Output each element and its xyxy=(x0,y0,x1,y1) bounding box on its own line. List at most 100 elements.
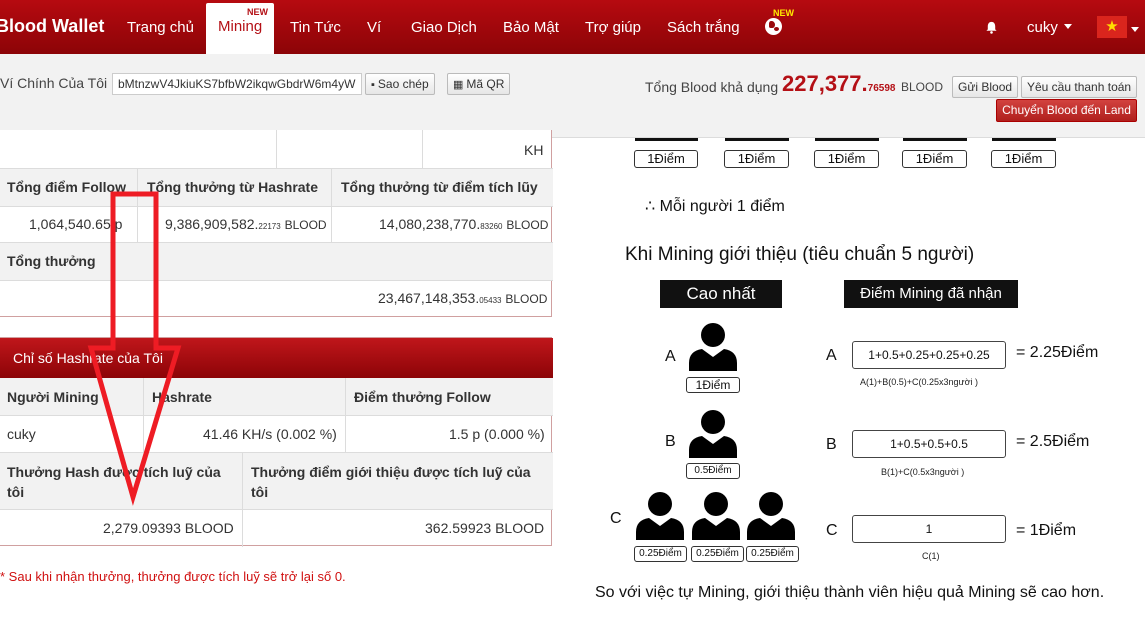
col-points-label: Điểm Mining đã nhận xyxy=(844,280,1018,308)
clipboard-icon: ▪ xyxy=(371,79,375,91)
formula-a-letter: A xyxy=(826,347,837,364)
person-c3-icon xyxy=(747,492,795,540)
person-c-letter: C xyxy=(610,510,622,527)
nav-transactions[interactable]: Giao Dịch xyxy=(411,0,477,54)
accum-reward-unit: BLOOD xyxy=(506,218,549,232)
person-a-point: 1Điểm xyxy=(686,377,740,393)
accum-referral-value: 362.59923 BLOOD xyxy=(425,520,545,536)
header-accum-reward: Tổng thưởng từ điểm tích lũy xyxy=(341,179,538,195)
formula-b-box: 1+0.5+0.5+0.5 xyxy=(852,430,1006,458)
diagram-title: Khi Mining giới thiệu (tiêu chuẩn 5 ngườ… xyxy=(625,244,975,265)
person-b-icon xyxy=(689,410,737,458)
accum-reward-value: 14,080,238,770.83260 BLOOD xyxy=(379,216,548,232)
accum-reward-decimal: 83260 xyxy=(480,222,503,231)
header-total-reward: Tổng thưởng xyxy=(7,253,96,269)
summary-table: KH Tổng điểm Follow Tổng thưởng từ Hashr… xyxy=(0,130,553,317)
nav-news[interactable]: Tin Tức xyxy=(290,0,341,54)
formula-a-result: = 2.25Điểm xyxy=(1016,344,1099,361)
total-blood-value: 227,377.76598 xyxy=(782,71,895,97)
copy-button[interactable]: ▪ Sao chép xyxy=(365,73,435,95)
person-a-letter: A xyxy=(665,348,676,365)
total-blood-unit: BLOOD xyxy=(901,80,944,94)
total-reward-decimal: 05433 xyxy=(479,296,502,305)
follow-value: 1,064,540.65 p xyxy=(29,216,122,232)
nav-help[interactable]: Trợ giúp xyxy=(585,0,641,54)
formula-c-result: = 1Điểm xyxy=(1016,522,1077,539)
brand-logo[interactable]: Blood Wallet xyxy=(0,16,104,37)
wallet-address-field[interactable]: bMtnzwV4JkiuKS7bfbW2ikqwGbdrW6m4yW xyxy=(112,73,362,95)
header-accum-hash: Thưởng Hash được tích luỹ của tôi xyxy=(7,464,221,500)
formula-c-box: 1 xyxy=(852,515,1006,543)
follow-number: 1,064,540.65 xyxy=(29,216,111,232)
formula-b-sub: B(1)+C(0.5x3người ) xyxy=(881,467,965,477)
person-b-letter: B xyxy=(665,433,676,450)
diagram-footer: So với việc tự Mining, giới thiệu thành … xyxy=(595,584,1105,601)
chevron-down-icon xyxy=(1063,24,1072,29)
miner-name: cuky xyxy=(7,426,36,442)
qr-button-label: Mã QR xyxy=(466,77,505,91)
total-blood-decimal: 76598 xyxy=(867,83,896,94)
each-person-line: ∴ Mỗi người 1 điểm xyxy=(645,198,785,215)
col-highest-label: Cao nhất xyxy=(660,280,782,308)
nav-security[interactable]: Bảo Mật xyxy=(503,0,559,54)
request-payment-button[interactable]: Yêu cầu thanh toán xyxy=(1021,76,1138,98)
total-blood-main: 227,377. xyxy=(782,71,868,96)
header-total-follow: Tổng điểm Follow xyxy=(7,179,126,195)
username: cuky xyxy=(1027,19,1058,36)
person-c2-icon xyxy=(692,492,740,540)
hashrate-value: 41.46 KH/s (0.002 %) xyxy=(203,426,337,442)
follow-unit: p xyxy=(114,216,123,232)
referral-diagram: 1Điểm 1Điểm 1Điểm 1Điểm 1Điểm ∴ Mỗi ngườ… xyxy=(585,138,1145,621)
header-follow-points: Điểm thưởng Follow xyxy=(354,389,491,405)
header-miner: Người Mining xyxy=(7,389,99,405)
hashrate-table-header: Chỉ số Hashrate của Tôi xyxy=(0,338,553,378)
header-hashrate-reward: Tổng thưởng từ Hashrate xyxy=(147,179,319,195)
summary-top-cell: KH xyxy=(524,142,544,158)
header-hashrate: Hashrate xyxy=(152,389,212,405)
formula-c-sub: C(1) xyxy=(922,551,940,561)
header-accum-referral: Thưởng điểm giới thiệu được tích luỹ của… xyxy=(251,464,531,500)
person-c1-point: 0.25Điểm xyxy=(634,546,687,562)
reset-note: * Sau khi nhận thưởng, thưởng được tích … xyxy=(0,569,346,584)
follow-points-value: 1.5 p (0.000 %) xyxy=(449,426,545,442)
wallet-label: Ví Chính Của Tôi xyxy=(0,75,108,91)
page: Blood Wallet Trang chủ Mining NEW Tin Tứ… xyxy=(0,0,1145,621)
person-c2-point: 0.25Điểm xyxy=(691,546,744,562)
qr-button[interactable]: ▦ Mã QR xyxy=(447,73,511,95)
top-point-box: 1Điểm xyxy=(634,150,698,168)
formula-c-letter: C xyxy=(826,522,838,539)
send-blood-button[interactable]: Gửi Blood xyxy=(952,76,1019,98)
globe-new-badge: NEW xyxy=(773,8,794,18)
formula-b-letter: B xyxy=(826,436,837,453)
total-reward-value: 23,467,148,353.05433 BLOOD xyxy=(378,290,547,306)
top-point-box: 1Điểm xyxy=(902,150,967,168)
nav-wallet[interactable]: Ví xyxy=(367,0,381,54)
nav-home[interactable]: Trang chủ xyxy=(127,0,194,54)
transfer-to-land-button[interactable]: Chuyển Blood đến Land xyxy=(996,99,1137,122)
person-a-icon xyxy=(689,323,737,371)
formula-a-box: 1+0.5+0.25+0.25+0.25 xyxy=(852,341,1006,369)
total-reward-unit: BLOOD xyxy=(505,292,548,306)
globe-icon[interactable] xyxy=(765,18,782,35)
top-point-box: 1Điểm xyxy=(991,150,1056,168)
qr-code-icon: ▦ xyxy=(453,79,464,91)
total-reward-main: 23,467,148,353. xyxy=(378,290,480,306)
person-b-point: 0.5Điểm xyxy=(686,463,740,479)
vietnam-flag-icon[interactable]: ★ xyxy=(1097,16,1127,38)
hashrate-table: Chỉ số Hashrate của Tôi Người Mining Has… xyxy=(0,337,553,547)
mining-new-badge: NEW xyxy=(247,7,268,17)
hashrate-reward-unit: BLOOD xyxy=(284,218,327,232)
hashrate-reward-decimal: 22173 xyxy=(258,222,281,231)
hashrate-reward-value: 9,386,909,582.22173 BLOOD xyxy=(165,216,327,232)
user-menu[interactable]: cuky xyxy=(1027,0,1072,54)
hashrate-reward-main: 9,386,909,582. xyxy=(165,216,259,232)
top-point-box: 1Điểm xyxy=(814,150,879,168)
nav-whitepaper[interactable]: Sách trắng xyxy=(667,0,740,54)
flag-chevron-down-icon xyxy=(1131,27,1139,32)
top-navbar: Blood Wallet Trang chủ Mining NEW Tin Tứ… xyxy=(0,0,1145,54)
person-c1-icon xyxy=(636,492,684,540)
person-c3-point: 0.25Điểm xyxy=(746,546,799,562)
top-point-box: 1Điểm xyxy=(724,150,789,168)
bell-icon[interactable] xyxy=(985,21,998,34)
formula-b-result: = 2.5Điểm xyxy=(1016,433,1090,450)
